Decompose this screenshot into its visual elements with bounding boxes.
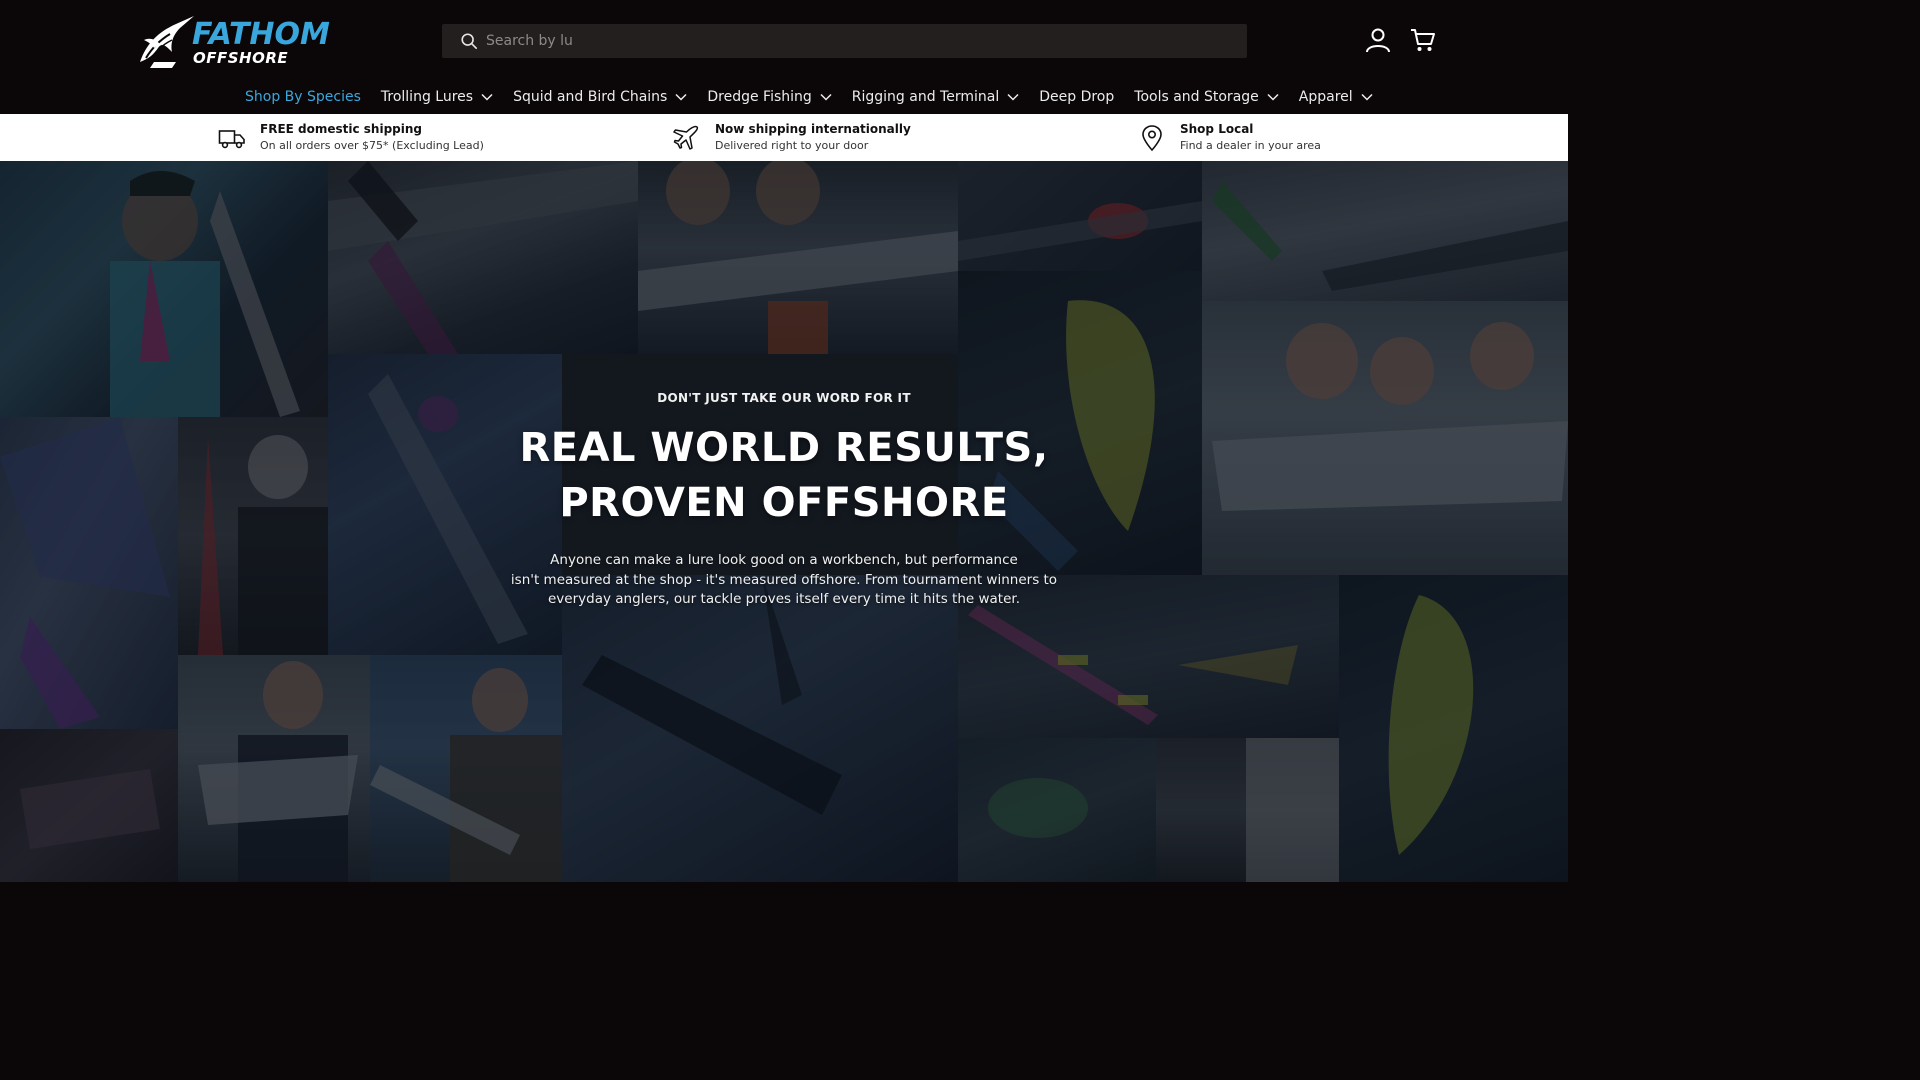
hero-headline-line2: PROVEN OFFSHORE — [559, 480, 1009, 526]
nav-item-dredge-fishing[interactable]: Dredge Fishing — [707, 89, 832, 105]
nav-item-label: Tools and Storage — [1134, 89, 1259, 105]
chevron-down-icon — [1007, 93, 1019, 101]
chevron-down-icon — [820, 93, 832, 101]
benefit-free-shipping[interactable]: FREE domestic shipping On all orders ove… — [218, 121, 484, 154]
benefit-shop-local[interactable]: Shop Local Find a dealer in your area — [1138, 121, 1321, 154]
nav-item-trolling-lures[interactable]: Trolling Lures — [381, 89, 493, 105]
nav-item-apparel[interactable]: Apparel — [1299, 89, 1373, 105]
hero-body-line1: Anyone can make a lure look good on a wo… — [550, 552, 1018, 568]
main-nav: Shop By Species Trolling Lures Squid and… — [245, 86, 1393, 108]
benefit-subtitle: On all orders over $75* (Excluding Lead) — [260, 139, 484, 152]
search-input[interactable] — [486, 33, 1186, 49]
benefit-subtitle: Find a dealer in your area — [1180, 139, 1321, 152]
brand-name-line1: FATHOM — [192, 17, 330, 52]
nav-item-label: Deep Drop — [1039, 89, 1115, 105]
search-icon[interactable] — [460, 32, 478, 50]
nav-item-squid-and-bird-chains[interactable]: Squid and Bird Chains — [513, 89, 687, 105]
chevron-down-icon — [481, 93, 493, 101]
hero-headline-line1: REAL WORLD RESULTS, — [519, 425, 1049, 471]
marlin-logo-icon — [140, 16, 194, 68]
chevron-down-icon — [1361, 93, 1373, 101]
nav-item-label: Rigging and Terminal — [851, 89, 1000, 105]
hero-eyebrow: DON'T JUST TAKE OUR WORD FOR IT — [657, 391, 911, 405]
nav-item-shop-by-species[interactable]: Shop By Species — [245, 89, 361, 105]
user-icon[interactable] — [1365, 27, 1391, 53]
chevron-down-icon — [675, 93, 687, 101]
brand-name-line2: OFFSHORE — [193, 49, 289, 67]
nav-item-label: Apparel — [1298, 89, 1353, 105]
hero-headline: REAL WORLD RESULTS, PROVEN OFFSHORE — [500, 421, 1068, 531]
hero-body-line3: everyday anglers, our tackle proves itse… — [547, 591, 1021, 607]
site-header: FATHOM OFFSHORE Shop By Species Trolling… — [0, 0, 1568, 114]
hero-body: Anyone can make a lure look good on a wo… — [500, 551, 1068, 610]
nav-item-label: Dredge Fishing — [707, 89, 812, 105]
benefit-subtitle: Delivered right to your door — [715, 139, 869, 152]
nav-item-tools-and-storage[interactable]: Tools and Storage — [1134, 89, 1279, 105]
search-bar[interactable] — [442, 24, 1247, 58]
benefit-international-shipping[interactable]: Now shipping internationally Delivered r… — [673, 121, 911, 154]
nav-item-label: Shop By Species — [245, 89, 361, 105]
nav-item-label: Trolling Lures — [380, 89, 474, 105]
chevron-down-icon — [1267, 93, 1279, 101]
nav-item-label: Squid and Bird Chains — [513, 89, 668, 105]
benefit-title: Now shipping internationally — [715, 122, 911, 136]
benefits-bar: FREE domestic shipping On all orders ove… — [0, 114, 1568, 161]
cart-icon[interactable] — [1410, 27, 1436, 53]
hero-section: DON'T JUST TAKE OUR WORD FOR IT REAL WOR… — [0, 161, 1568, 882]
nav-item-deep-drop[interactable]: Deep Drop — [1039, 89, 1114, 105]
airplane-icon — [673, 125, 699, 150]
truck-icon — [218, 130, 245, 149]
benefit-title: FREE domestic shipping — [260, 122, 422, 136]
hero-content: DON'T JUST TAKE OUR WORD FOR IT REAL WOR… — [500, 391, 1068, 610]
brand-logo[interactable]: FATHOM OFFSHORE — [136, 14, 341, 70]
map-pin-icon — [1142, 125, 1162, 152]
benefit-title: Shop Local — [1180, 122, 1254, 136]
nav-item-rigging-and-terminal[interactable]: Rigging and Terminal — [852, 89, 1019, 105]
hero-body-line2: isn't measured at the shop - it's measur… — [510, 571, 1058, 588]
